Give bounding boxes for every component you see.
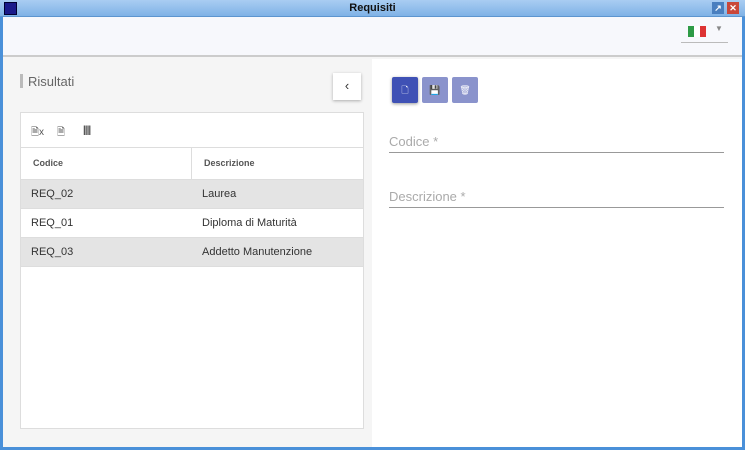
column-header-descrizione[interactable]: Descrizione (192, 148, 255, 179)
window-title: Requisiti (349, 2, 396, 14)
results-panel: Risultati ‹ 🗎x 🗎 |||| Codice Descrizione… (3, 59, 372, 437)
cell-code: REQ_03 (31, 246, 74, 258)
results-title: Risultati (20, 74, 74, 89)
description-field[interactable]: Descrizione * (389, 189, 724, 208)
language-underline (681, 42, 728, 43)
delete-button[interactable]: 🗑 (452, 77, 478, 103)
cell-code: REQ_01 (31, 217, 74, 229)
cell-desc: Laurea (202, 188, 237, 200)
cell-desc: Addetto Manutenzione (202, 246, 313, 258)
columns-icon[interactable]: |||| (83, 125, 91, 136)
restore-icon[interactable]: ↗ (712, 2, 724, 14)
results-grid: 🗎x 🗎 |||| Codice Descrizione REQ_02 Laure… (20, 112, 364, 429)
save-button[interactable]: 💾 (422, 77, 448, 103)
table-row[interactable]: REQ_03 Addetto Manutenzione (21, 238, 363, 267)
title-bar: Requisiti ↗ ✕ (0, 0, 745, 17)
pdf-export-icon[interactable]: 🗎 (57, 125, 65, 142)
close-icon[interactable]: ✕ (727, 2, 739, 14)
table-row[interactable]: REQ_02 Laurea (21, 180, 363, 209)
cell-code: REQ_02 (31, 188, 74, 200)
cell-desc: Diploma di Maturità (202, 217, 297, 229)
column-header-codice[interactable]: Codice (21, 148, 192, 179)
chevron-down-icon[interactable]: ▼ (715, 24, 723, 33)
excel-export-icon[interactable]: 🗎x (31, 125, 44, 142)
language-selector[interactable] (688, 26, 706, 37)
top-bar: ▼ (3, 17, 742, 57)
table-row[interactable]: REQ_01 Diploma di Maturità (21, 209, 363, 238)
code-field[interactable]: Codice * (389, 134, 724, 153)
detail-panel: 🗋 💾 🗑 Codice * Descrizione * (372, 59, 742, 447)
collapse-button[interactable]: ‹ (333, 73, 361, 100)
new-button[interactable]: 🗋 (392, 77, 418, 103)
